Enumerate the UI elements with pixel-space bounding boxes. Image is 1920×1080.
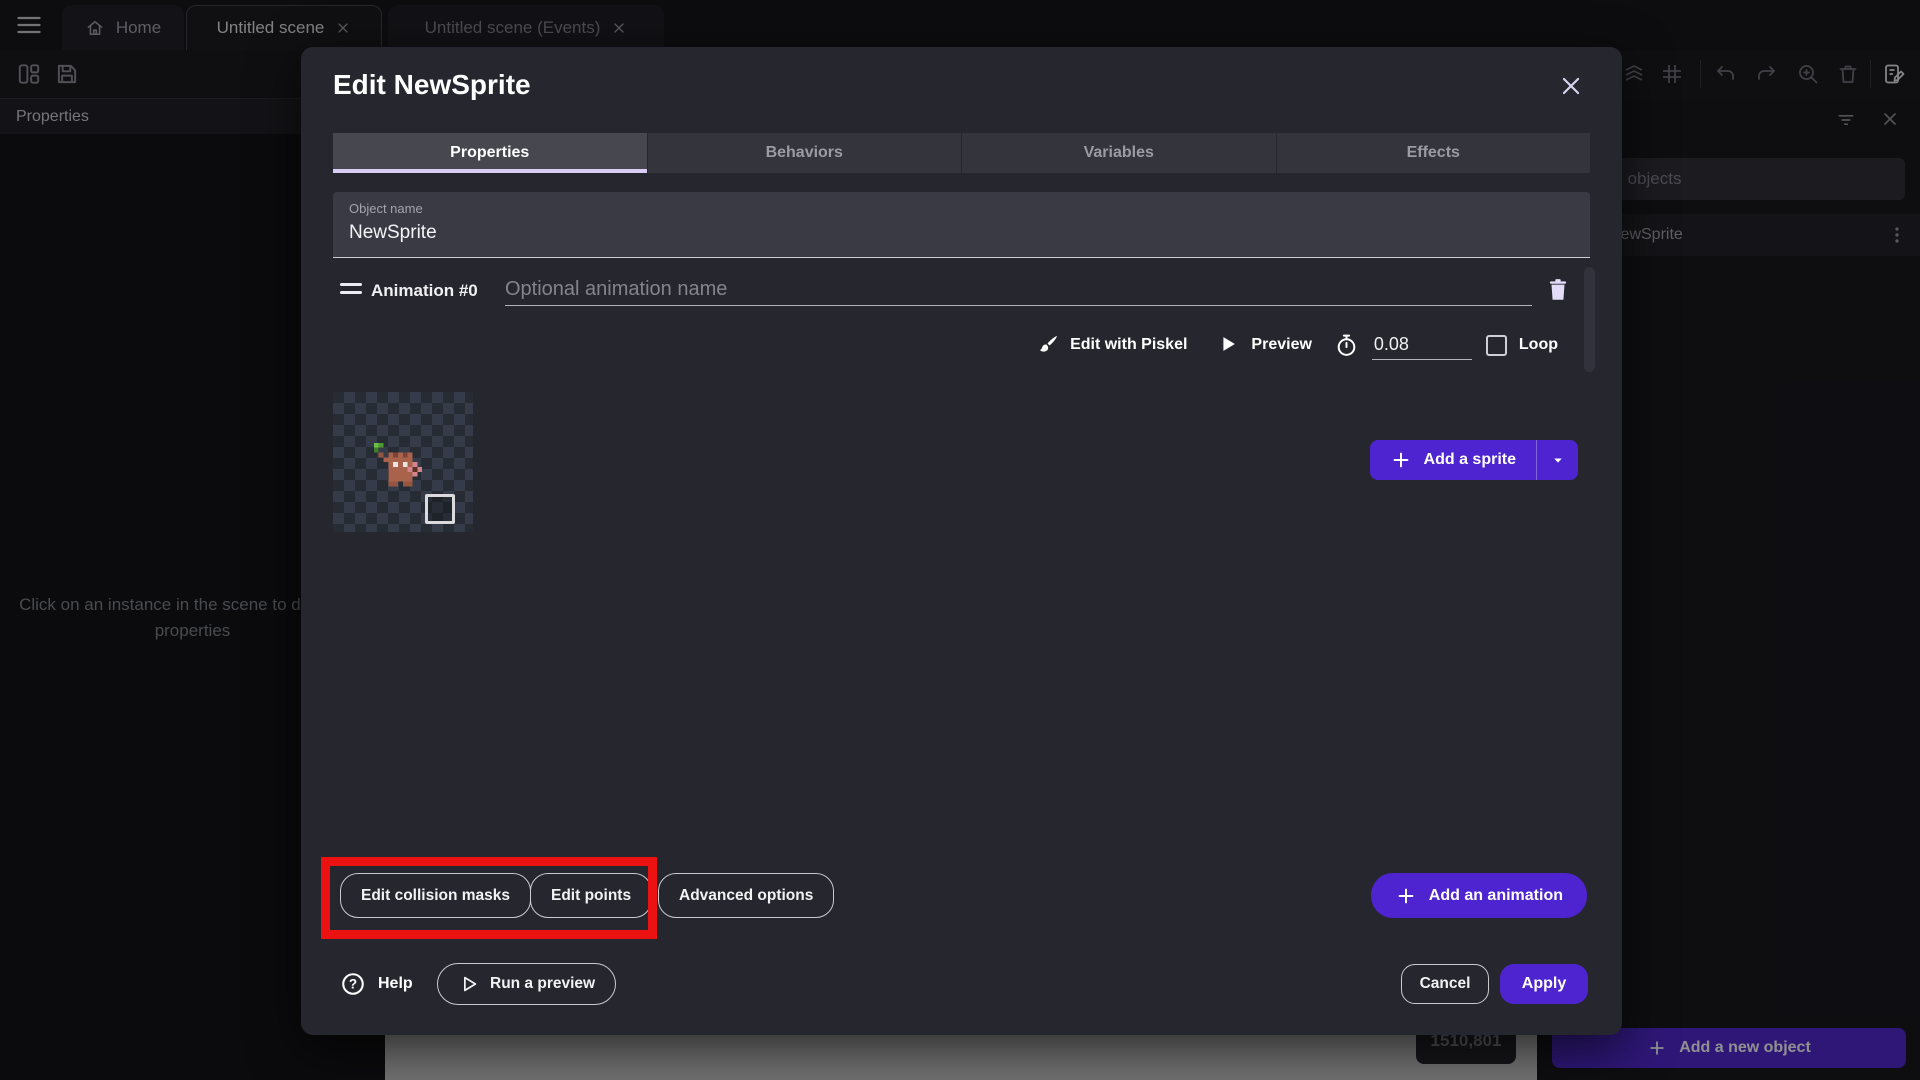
sprite-frame-thumbnail[interactable]	[333, 392, 473, 532]
help-icon: ?	[340, 971, 366, 997]
delete-animation-icon[interactable]	[1545, 275, 1571, 305]
edit-with-piskel-button[interactable]: Edit with Piskel	[1028, 333, 1195, 357]
drag-handle-icon[interactable]	[340, 283, 362, 297]
add-sprite-label: Add a sprite	[1423, 451, 1516, 468]
object-name-input[interactable]	[349, 222, 1549, 244]
red-annotation-rectangle	[321, 857, 657, 939]
object-name-label: Object name	[349, 201, 423, 216]
edit-with-piskel-label: Edit with Piskel	[1070, 336, 1188, 353]
animation-label: Animation #0	[371, 281, 478, 300]
pig-sprite-image	[373, 442, 423, 487]
run-preview-label: Run a preview	[490, 975, 596, 992]
time-between-frames-input[interactable]	[1371, 330, 1472, 360]
plus-icon	[1395, 885, 1417, 907]
tab-variables[interactable]: Variables	[962, 133, 1277, 173]
animation-toolbar: Edit with Piskel Preview Loop	[1028, 325, 1558, 365]
add-animation-label: Add an animation	[1428, 886, 1563, 904]
plus-icon	[1390, 449, 1412, 471]
tab-properties[interactable]: Properties	[333, 133, 648, 173]
object-name-field: Object name	[333, 192, 1590, 258]
dialog-title: Edit NewSprite	[333, 69, 531, 100]
timer-icon	[1334, 333, 1358, 357]
loop-label: Loop	[1518, 336, 1558, 353]
run-preview-button[interactable]: Run a preview	[437, 963, 617, 1005]
apply-button[interactable]: Apply	[1500, 964, 1588, 1004]
caret-down-icon[interactable]	[1536, 440, 1578, 480]
add-animation-button[interactable]: Add an animation	[1370, 873, 1587, 918]
dialog-scrollbar[interactable]	[1584, 267, 1595, 372]
help-label: Help	[378, 975, 413, 992]
gdevelop-app: Home Untitled scene Untitled scene (Even…	[0, 0, 1920, 1080]
preview-label: Preview	[1251, 336, 1312, 353]
advanced-options-button[interactable]: Advanced options	[658, 873, 835, 918]
close-icon[interactable]	[1558, 73, 1584, 99]
tab-behaviors[interactable]: Behaviors	[647, 133, 962, 173]
loop-checkbox[interactable]	[1485, 334, 1507, 356]
brush-icon	[1036, 333, 1060, 357]
svg-text:?: ?	[349, 977, 357, 992]
edit-sprite-dialog: Edit NewSprite Properties Behaviors Vari…	[301, 47, 1622, 1035]
add-sprite-button[interactable]: Add a sprite	[1369, 440, 1578, 480]
dialog-tabs: Properties Behaviors Variables Effects	[333, 133, 1590, 173]
tab-effects[interactable]: Effects	[1276, 133, 1590, 173]
play-outline-icon	[458, 973, 480, 995]
animation-name-input[interactable]	[505, 273, 1532, 306]
frame-select-checkbox[interactable]	[425, 494, 455, 524]
cancel-button[interactable]: Cancel	[1401, 964, 1489, 1004]
play-icon	[1217, 333, 1241, 357]
preview-button[interactable]: Preview	[1209, 333, 1319, 357]
help-button[interactable]: ? Help	[340, 963, 413, 1005]
